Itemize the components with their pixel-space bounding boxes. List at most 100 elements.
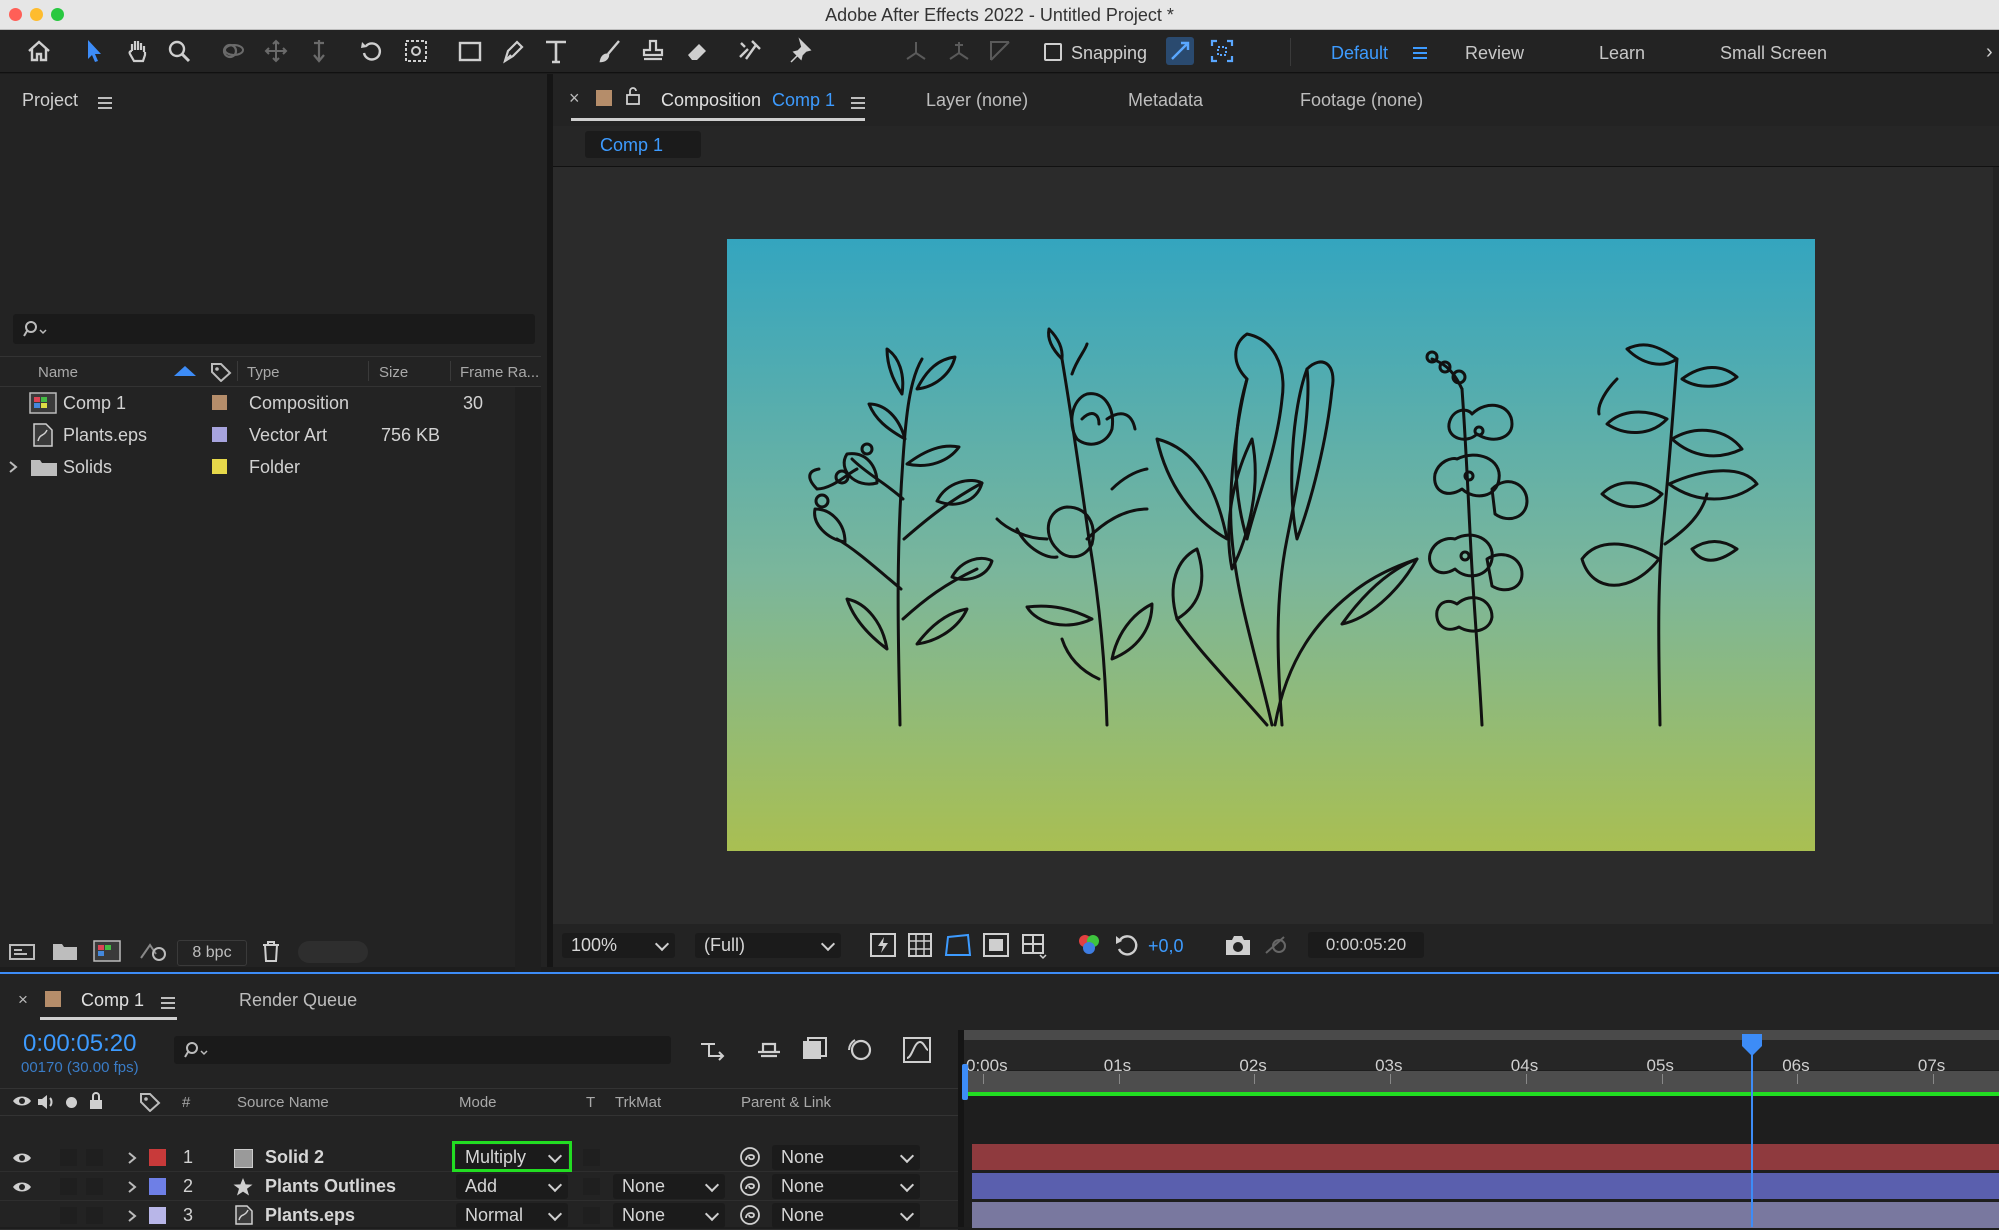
anchor-point-tool-icon[interactable] — [402, 37, 430, 65]
tab-footage[interactable]: Footage (none) — [1300, 90, 1423, 111]
column-parent-link[interactable]: Parent & Link — [741, 1094, 831, 1111]
pick-whip-icon[interactable] — [739, 1204, 761, 1226]
workspace-learn[interactable]: Learn — [1599, 43, 1645, 64]
composition-mini-flowchart-icon[interactable] — [699, 1038, 727, 1062]
composition-frame[interactable] — [727, 239, 1815, 851]
layer-duration-bar[interactable] — [972, 1173, 1999, 1199]
label-column-icon[interactable] — [210, 362, 232, 382]
label-color-swatch[interactable] — [212, 395, 227, 410]
timeline-current-time[interactable]: 0:00:05:20 — [23, 1030, 136, 1058]
parent-dropdown[interactable]: None — [772, 1145, 920, 1170]
project-settings-icon[interactable] — [138, 940, 168, 962]
lock-toggle[interactable] — [86, 1178, 103, 1195]
workspace-menu-icon[interactable] — [1413, 44, 1427, 62]
show-snapshot-icon[interactable] — [1263, 934, 1289, 956]
eraser-tool-icon[interactable] — [683, 37, 711, 65]
track-matte-dropdown[interactable]: None — [613, 1203, 725, 1228]
blend-mode-dropdown[interactable]: Add — [456, 1174, 568, 1199]
column-preserve-transparency[interactable]: T — [586, 1094, 595, 1111]
layer-row[interactable]: 1 Solid 2 Multiply None — [0, 1141, 958, 1172]
lock-switch-icon[interactable] — [88, 1092, 104, 1110]
region-of-interest-icon[interactable] — [983, 933, 1009, 957]
channel-icon[interactable] — [1076, 932, 1102, 958]
project-panel-menu-icon[interactable] — [98, 94, 112, 112]
solo-toggle[interactable] — [60, 1149, 77, 1166]
parent-dropdown[interactable]: None — [772, 1203, 920, 1228]
lock-icon[interactable] — [626, 87, 640, 105]
eye-icon[interactable] — [12, 1180, 32, 1194]
preserve-transparency-toggle[interactable] — [583, 1207, 600, 1224]
type-tool-icon[interactable] — [542, 37, 570, 65]
solo-switch-icon[interactable] — [66, 1097, 77, 1108]
playhead-icon[interactable] — [1742, 1034, 1763, 1056]
expand-layer-chevron-icon[interactable] — [127, 1180, 137, 1194]
thumbnail-transparency-slider[interactable] — [298, 941, 368, 963]
lock-toggle[interactable] — [86, 1149, 103, 1166]
project-scrollbar[interactable] — [515, 387, 541, 1017]
eye-off-toggle[interactable] — [12, 1206, 32, 1224]
axis-view-icon[interactable] — [986, 37, 1014, 65]
column-size[interactable]: Size — [379, 364, 408, 381]
pan-camera-icon[interactable] — [262, 37, 290, 65]
tab-metadata[interactable]: Metadata — [1128, 90, 1203, 111]
mask-visibility-icon[interactable] — [944, 933, 972, 957]
roto-brush-tool-icon[interactable] — [736, 37, 764, 65]
workspace-small-screen[interactable]: Small Screen — [1720, 43, 1827, 64]
timeline-panel-menu-icon[interactable] — [161, 994, 175, 1012]
new-folder-icon[interactable] — [52, 941, 78, 961]
fast-previews-icon[interactable] — [870, 933, 896, 957]
reset-exposure-icon[interactable] — [1114, 932, 1140, 958]
solo-toggle[interactable] — [60, 1207, 77, 1224]
expand-chevron-icon[interactable] — [8, 460, 18, 474]
selection-tool-icon[interactable] — [80, 37, 108, 65]
preserve-transparency-toggle[interactable] — [583, 1149, 600, 1166]
breadcrumb[interactable]: Comp 1 — [585, 131, 701, 158]
expand-layer-chevron-icon[interactable] — [127, 1209, 137, 1223]
column-name[interactable]: Name — [38, 364, 78, 381]
project-item-solids[interactable]: Solids Folder — [0, 451, 515, 483]
axis-local-icon[interactable] — [902, 37, 930, 65]
rotation-tool-icon[interactable] — [358, 37, 386, 65]
interpret-footage-icon[interactable] — [9, 941, 35, 961]
column-layer-number[interactable]: # — [182, 1094, 190, 1111]
work-area-bar[interactable] — [964, 1030, 1999, 1040]
track-matte-dropdown[interactable]: None — [613, 1174, 725, 1199]
project-panel-title[interactable]: Project — [22, 90, 78, 111]
blend-mode-dropdown[interactable]: Normal — [456, 1203, 568, 1228]
label-column-icon[interactable] — [139, 1092, 161, 1112]
resolution-dropdown[interactable]: (Full) — [695, 933, 841, 958]
grid-guides-icon[interactable] — [1020, 932, 1048, 960]
parent-dropdown[interactable]: None — [772, 1174, 920, 1199]
home-icon[interactable] — [25, 37, 53, 65]
zoom-tool-icon[interactable] — [165, 37, 193, 65]
layer-label-color[interactable] — [149, 1149, 166, 1166]
new-composition-icon[interactable] — [93, 940, 121, 962]
timeline-tab-title[interactable]: Comp 1 — [81, 990, 144, 1011]
tab-composition-name[interactable]: Comp 1 — [772, 90, 835, 111]
column-track-matte[interactable]: TrkMat — [615, 1094, 661, 1111]
column-mode[interactable]: Mode — [459, 1094, 497, 1111]
layer-duration-bar[interactable] — [972, 1144, 1999, 1170]
motion-blur-icon[interactable] — [846, 1037, 872, 1063]
layer-duration-bar[interactable] — [972, 1202, 1999, 1228]
brush-tool-icon[interactable] — [596, 37, 624, 65]
column-type[interactable]: Type — [247, 364, 280, 381]
transparency-grid-icon[interactable] — [908, 933, 932, 957]
layer-row[interactable]: 2 Plants Outlines Add None None — [0, 1172, 958, 1201]
orbit-camera-icon[interactable] — [218, 37, 246, 65]
puppet-pin-tool-icon[interactable] — [788, 37, 816, 65]
snapping-checkbox[interactable] — [1044, 43, 1062, 61]
label-color-swatch[interactable] — [212, 427, 227, 442]
panel-splitter[interactable] — [547, 74, 553, 967]
audio-switch-icon[interactable] — [36, 1093, 56, 1111]
draft-3d-icon[interactable] — [755, 1038, 783, 1062]
layer-name[interactable]: Plants Outlines — [265, 1176, 396, 1197]
bpc-button[interactable]: 8 bpc — [177, 940, 247, 966]
layer-label-color[interactable] — [149, 1207, 166, 1224]
current-time-indicator[interactable] — [1742, 1034, 1763, 1227]
snap-edges-icon[interactable] — [1166, 37, 1194, 65]
snap-features-icon[interactable] — [1208, 37, 1236, 65]
axis-world-icon[interactable] — [945, 37, 973, 65]
label-color-swatch[interactable] — [212, 459, 227, 474]
composition-panel-menu-icon[interactable] — [851, 94, 865, 112]
